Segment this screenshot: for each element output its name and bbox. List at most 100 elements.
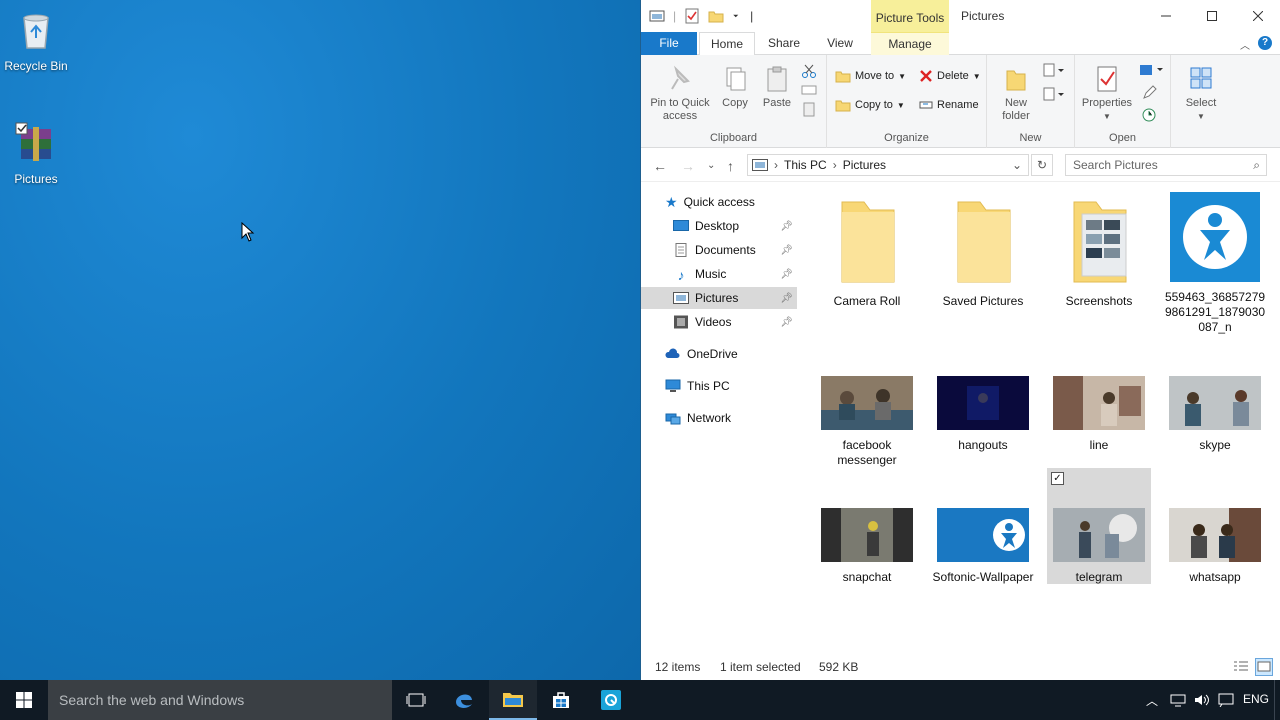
nav-videos[interactable]: Videos 📌︎ (641, 311, 797, 333)
pictures-archive-shortcut[interactable]: Pictures (0, 121, 72, 186)
edge-browser-button[interactable] (440, 680, 488, 720)
breadcrumb-pictures[interactable]: Pictures (843, 158, 886, 172)
nav-desktop[interactable]: Desktop 📌︎ (641, 215, 797, 237)
new-item-icon[interactable] (1043, 63, 1065, 79)
folder-item[interactable]: Screenshots (1047, 190, 1151, 309)
language-indicator[interactable]: ENG (1243, 692, 1269, 706)
tab-share[interactable]: Share (759, 32, 809, 55)
image-item[interactable]: skype (1163, 376, 1267, 453)
properties-icon (1097, 66, 1117, 92)
maximize-button[interactable] (1189, 0, 1235, 32)
image-item[interactable]: line (1047, 376, 1151, 453)
new-folder-icon[interactable] (708, 8, 724, 24)
properties-button[interactable]: Properties ▼ (1079, 65, 1135, 123)
address-field[interactable]: › This PC › Pictures ⌄ (747, 154, 1029, 176)
image-item[interactable]: whatsapp (1163, 508, 1267, 585)
show-hidden-icons-icon[interactable]: ︿ (1146, 692, 1158, 709)
windows-logo-icon (16, 692, 32, 708)
chevron-down-icon[interactable]: ⌄ (1012, 158, 1022, 172)
paste-button[interactable]: Paste (757, 65, 797, 110)
cut-icon[interactable] (801, 63, 817, 79)
tab-home[interactable]: Home (699, 32, 755, 56)
cloud-icon (665, 348, 680, 358)
winrar-archive-icon (15, 122, 51, 161)
history-icon[interactable] (1141, 107, 1157, 123)
nav-network[interactable]: Network (665, 407, 821, 429)
paste-shortcut-icon[interactable] (801, 101, 817, 117)
help-icon[interactable]: ? (1258, 36, 1272, 50)
easy-access-icon[interactable] (1043, 87, 1065, 103)
pin-to-quick-access-button[interactable]: Pin to Quick access (647, 65, 713, 123)
tab-manage[interactable]: Manage (871, 32, 949, 55)
group-name: Open (1109, 132, 1136, 144)
new-folder-button[interactable]: New folder (991, 65, 1041, 123)
nav-documents[interactable]: Documents 📌︎ (641, 239, 797, 261)
pinned-app-button[interactable] (587, 680, 635, 720)
separator: | (673, 9, 677, 23)
taskbar-search-input[interactable]: Search the web and Windows (48, 680, 392, 720)
breadcrumb-this-pc[interactable]: This PC (784, 158, 827, 172)
search-input[interactable]: Search Pictures ⌕ (1065, 154, 1267, 176)
action-center-icon[interactable] (1218, 693, 1234, 707)
folder-item[interactable]: Saved Pictures (931, 190, 1035, 309)
large-icons-view-icon[interactable] (1255, 658, 1273, 676)
collapse-ribbon-icon[interactable]: ︿ (1240, 37, 1250, 52)
window-title: Pictures (961, 9, 1005, 23)
nav-quick-access[interactable]: ★ Quick access (665, 191, 821, 213)
image-item-selected[interactable]: ✓ telegram (1047, 468, 1151, 584)
image-item[interactable]: facebook messenger (815, 376, 919, 468)
videos-icon (674, 315, 688, 329)
start-button[interactable] (0, 680, 48, 720)
refresh-button[interactable]: ↻ (1031, 154, 1053, 176)
nav-pictures[interactable]: Pictures 📌︎ (641, 287, 797, 309)
move-to-button[interactable]: Move to ▼ (835, 69, 906, 83)
nav-this-pc[interactable]: This PC (665, 375, 821, 397)
selection-size: 592 KB (819, 660, 859, 674)
recycle-bin-shortcut[interactable]: Recycle Bin (0, 8, 72, 73)
group-name: New (1019, 132, 1042, 144)
open-icon[interactable] (1139, 63, 1165, 77)
recent-locations-icon[interactable]: ⌄ (707, 160, 715, 171)
image-item[interactable]: Softonic-Wallpaper (931, 508, 1035, 585)
store-button[interactable] (537, 680, 585, 720)
select-button[interactable]: Select ▼ (1175, 65, 1227, 123)
copy-button[interactable]: Copy (715, 65, 755, 110)
minimize-button[interactable] (1143, 0, 1189, 32)
selection-checkbox[interactable]: ✓ (1051, 472, 1064, 485)
desktop-icon-label: Recycle Bin (4, 59, 68, 73)
chevron-down-icon[interactable] (732, 8, 742, 24)
image-item[interactable]: hangouts (931, 376, 1035, 453)
softonic-logo-thumbnail (1170, 192, 1260, 282)
properties-icon[interactable] (684, 8, 700, 24)
photo-thumbnail (821, 508, 913, 562)
tab-view[interactable]: View (815, 32, 865, 55)
details-view-icon[interactable] (1233, 660, 1249, 674)
copy-icon (726, 67, 746, 91)
network-tray-icon[interactable] (1170, 693, 1186, 707)
folder-item[interactable]: Camera Roll (815, 190, 919, 309)
back-arrow-icon[interactable]: ← (653, 158, 667, 174)
volume-icon[interactable] (1194, 693, 1210, 707)
edit-icon[interactable] (1141, 85, 1157, 101)
up-arrow-icon[interactable]: ↑ (727, 158, 734, 174)
group-name: Clipboard (709, 132, 758, 144)
forward-arrow-icon[interactable]: → (681, 158, 695, 174)
copy-path-icon[interactable] (801, 83, 817, 97)
tab-file[interactable]: File (641, 32, 697, 55)
image-item[interactable]: snapchat (815, 508, 919, 585)
file-explorer-button[interactable] (489, 680, 537, 720)
pin-icon: 📌︎ (780, 268, 793, 280)
image-item[interactable]: 559463_368572799861291_1879030087_n (1163, 190, 1267, 335)
delete-button[interactable]: Delete ▼ (919, 69, 981, 83)
window-menu-icon[interactable] (649, 8, 665, 24)
task-view-button[interactable] (392, 680, 440, 720)
copy-to-button[interactable]: Copy to ▼ (835, 98, 905, 112)
rename-button[interactable]: Rename (919, 98, 979, 112)
nav-onedrive[interactable]: OneDrive (665, 343, 821, 365)
nav-music[interactable]: ♪ Music 📌︎ (641, 263, 797, 285)
computer-icon (665, 379, 681, 392)
photo-thumbnail (1169, 376, 1261, 430)
move-to-icon (835, 71, 851, 83)
show-desktop-button[interactable] (1274, 680, 1280, 720)
close-button[interactable] (1235, 0, 1280, 32)
